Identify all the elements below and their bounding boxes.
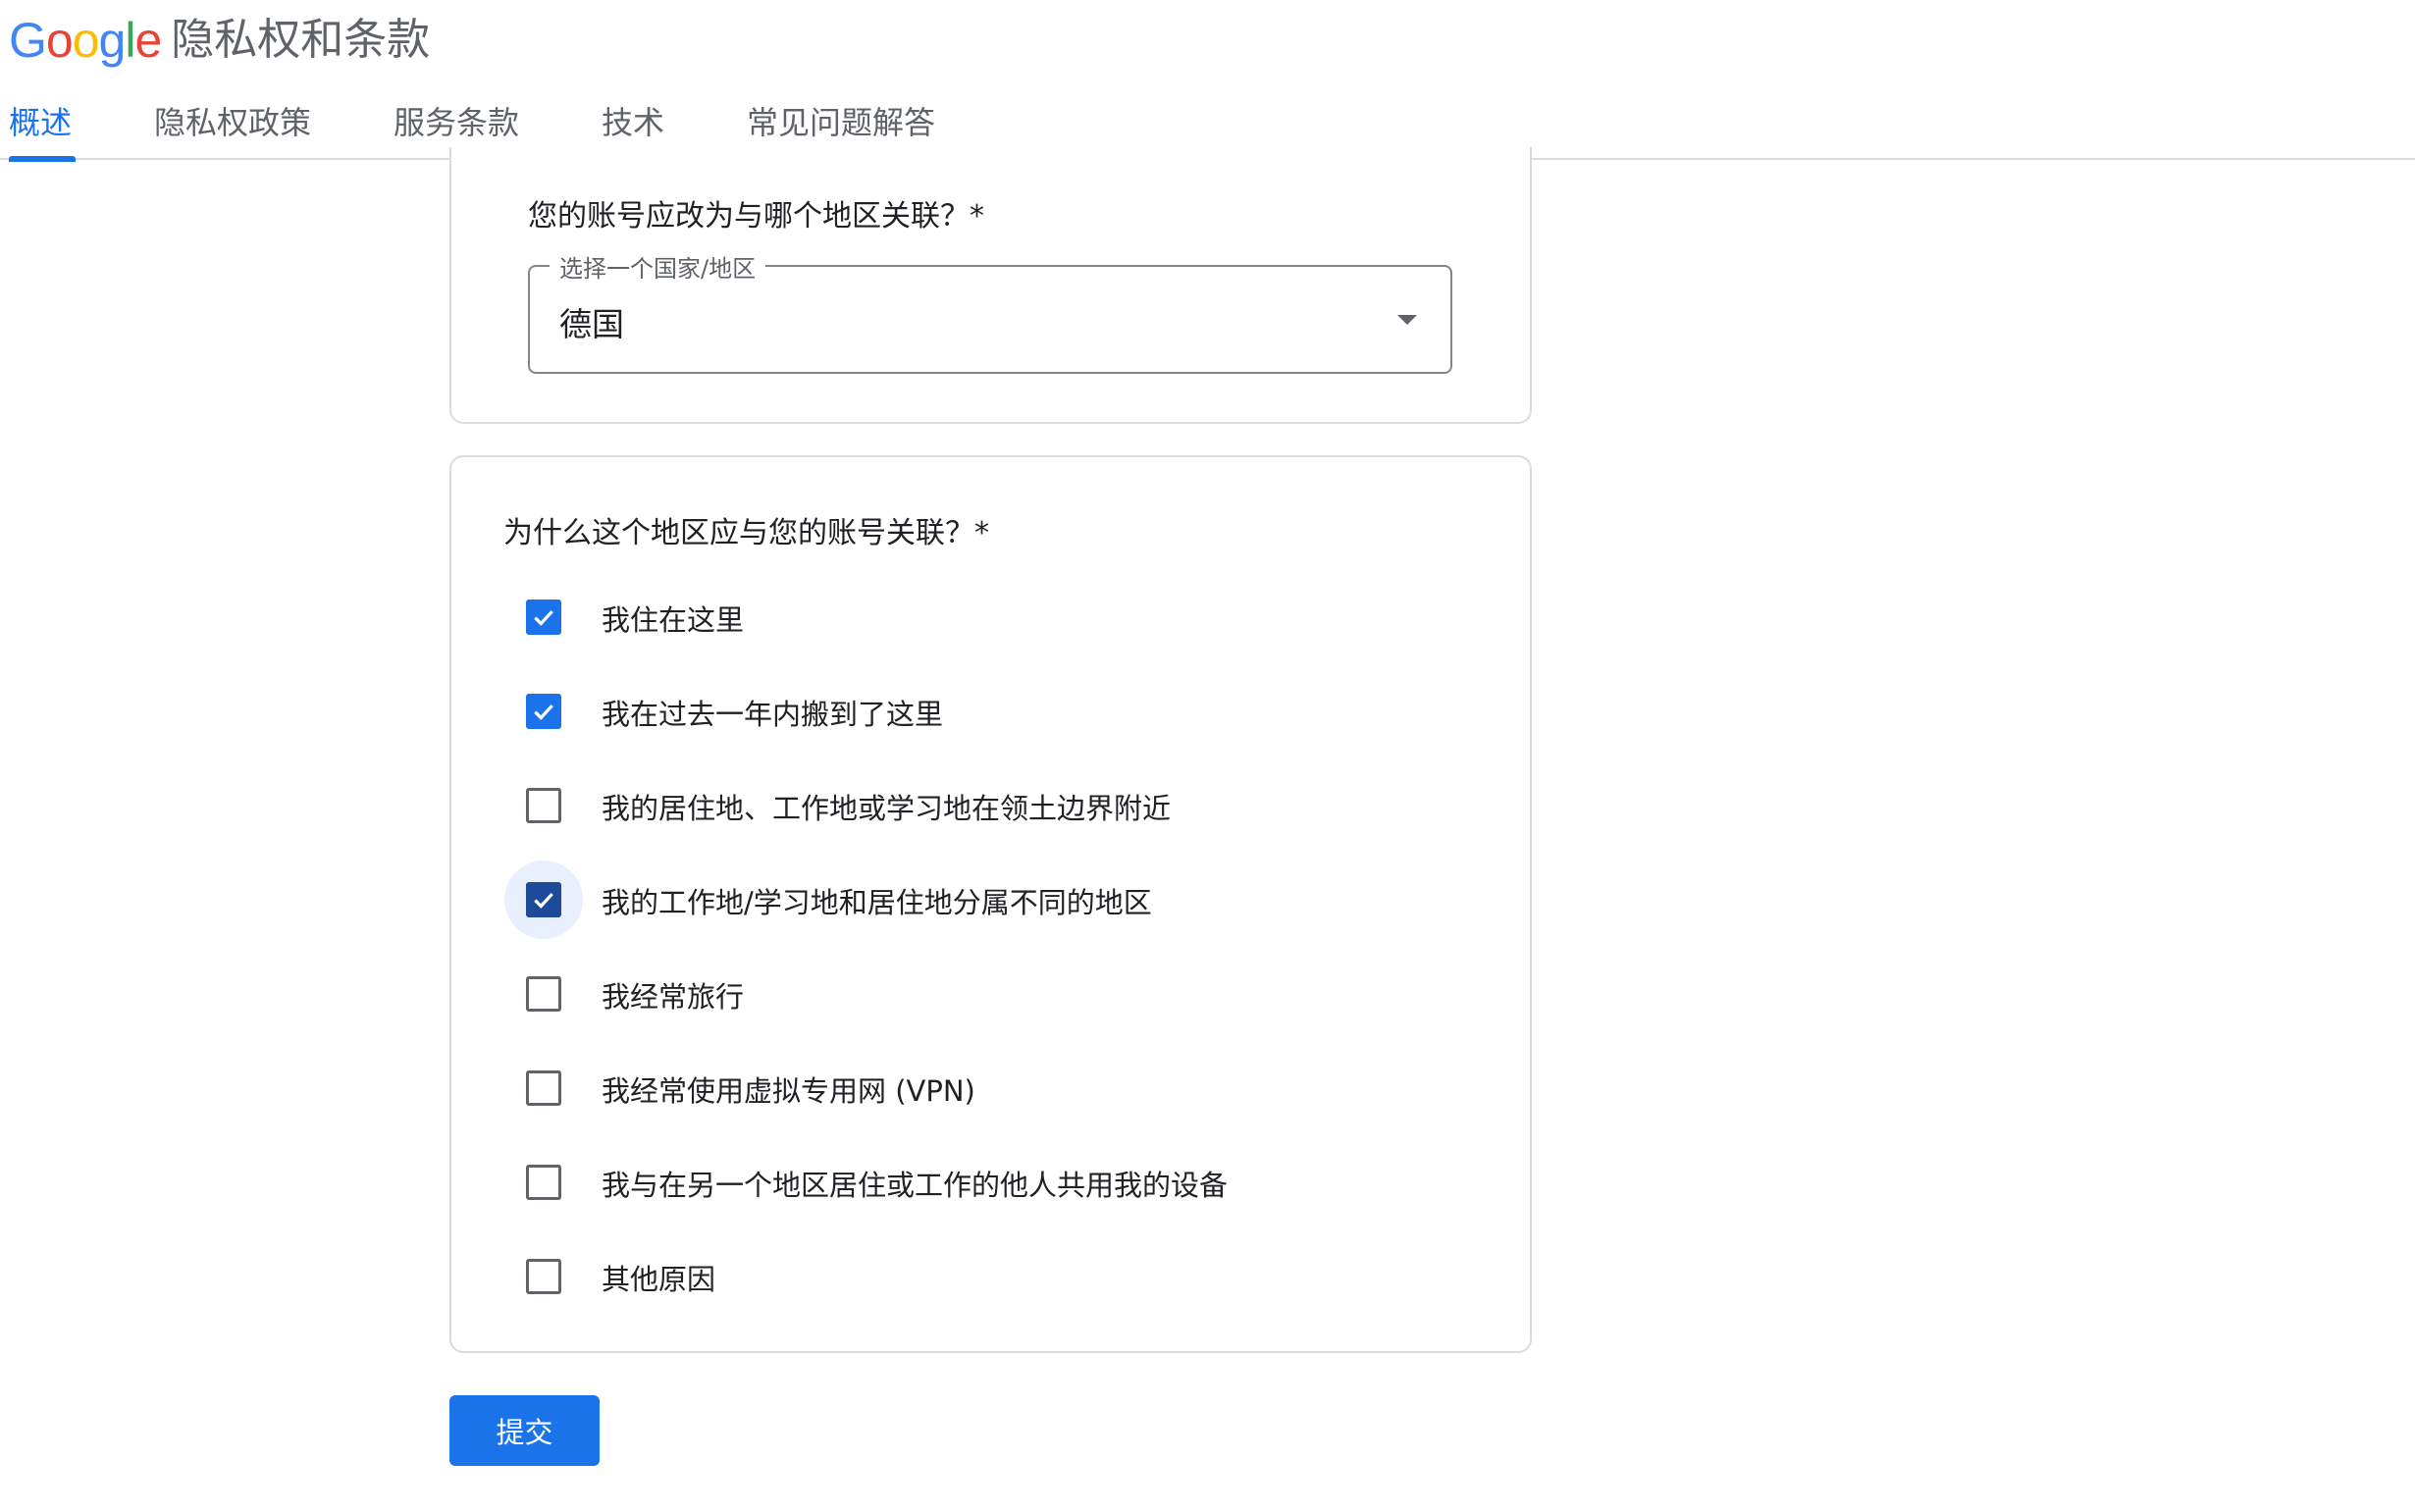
country-select-value: 德国 <box>559 305 624 343</box>
reason-option[interactable]: 我住在这里 <box>451 570 1530 664</box>
tab-privacy-policy-label: 隐私权政策 <box>154 104 312 141</box>
checkbox-container[interactable] <box>504 578 583 656</box>
checkbox-container[interactable] <box>504 955 583 1033</box>
checkbox[interactable] <box>526 882 561 917</box>
logo-letter: e <box>134 13 162 68</box>
checkbox-container[interactable] <box>504 766 583 845</box>
checkbox-container[interactable] <box>504 672 583 751</box>
logo-letter: G <box>9 13 47 68</box>
country-select[interactable]: 选择一个国家/地区 德国 <box>528 249 1452 374</box>
checkbox[interactable] <box>526 788 561 823</box>
checkbox[interactable] <box>526 976 561 1012</box>
check-icon <box>534 892 553 909</box>
reason-option-label[interactable]: 其他原因 <box>602 1257 715 1298</box>
logo-letter: g <box>98 13 127 68</box>
tab-technologies-label: 技术 <box>602 104 665 141</box>
reason-option-label[interactable]: 我经常使用虚拟专用网 (VPN) <box>602 1069 975 1110</box>
logo-letter: o <box>45 13 74 68</box>
reason-option-label[interactable]: 我经常旅行 <box>602 974 744 1016</box>
reason-option-label[interactable]: 我在过去一年内搬到了这里 <box>602 692 943 733</box>
check-icon <box>534 609 553 626</box>
arrow-drop-down-icon[interactable] <box>1397 315 1417 325</box>
google-logo[interactable]: Google <box>9 13 162 68</box>
reason-option[interactable]: 我经常使用虚拟专用网 (VPN) <box>451 1041 1530 1135</box>
region-question: 您的账号应改为与哪个地区关联？* <box>528 199 984 234</box>
reason-option[interactable]: 我在过去一年内搬到了这里 <box>451 664 1530 758</box>
checkbox[interactable] <box>526 1259 561 1294</box>
reason-option[interactable]: 其他原因 <box>451 1229 1530 1324</box>
check-icon <box>534 704 553 720</box>
checkbox[interactable] <box>526 1070 561 1106</box>
region-question-card: 您的账号应改为与哪个地区关联？* 选择一个国家/地区 德国 <box>449 147 1532 424</box>
tab-faq-label: 常见问题解答 <box>747 104 936 141</box>
page-header: Google 隐私权和条款 概述 隐私权政策 服务条款 技术 常见问题解答 <box>0 0 2415 162</box>
tab-terms-of-service-label: 服务条款 <box>394 104 520 141</box>
checkbox-container[interactable] <box>504 1049 583 1127</box>
reason-option-label[interactable]: 我与在另一个地区居住或工作的他人共用我的设备 <box>602 1163 1228 1204</box>
checkbox-container[interactable] <box>504 1237 583 1316</box>
country-select-label: 选择一个国家/地区 <box>550 249 766 284</box>
checkbox[interactable] <box>526 1165 561 1200</box>
reason-option[interactable]: 我的工作地/学习地和居住地分属不同的地区 <box>451 853 1530 947</box>
reason-option-label[interactable]: 我住在这里 <box>602 598 744 639</box>
reasons-question-card: 为什么这个地区应与您的账号关联？* 我住在这里 我在过去一年内搬到了这里 我的居… <box>449 455 1532 1353</box>
checkbox-container[interactable] <box>504 860 583 939</box>
checkbox-container[interactable] <box>504 1143 583 1222</box>
site-title: 隐私权和条款 <box>171 15 431 65</box>
tab-privacy-policy[interactable]: 隐私权政策 <box>154 90 311 160</box>
brand[interactable]: Google 隐私权和条款 <box>9 6 430 75</box>
logo-letter: l <box>125 13 135 68</box>
reason-option[interactable]: 我的居住地、工作地或学习地在领土边界附近 <box>451 758 1530 853</box>
reason-option-label[interactable]: 我的居住地、工作地或学习地在领土边界附近 <box>602 786 1171 827</box>
submit-button[interactable]: 提交 <box>449 1395 600 1466</box>
reasons-checkbox-list: 我住在这里 我在过去一年内搬到了这里 我的居住地、工作地或学习地在领土边界附近 … <box>451 570 1530 1324</box>
logo-letter: o <box>72 13 100 68</box>
tab-overview[interactable]: 概述 <box>9 90 76 162</box>
reasons-question: 为什么这个地区应与您的账号关联？* <box>503 516 989 550</box>
tab-overview-label: 概述 <box>9 104 73 141</box>
reason-option[interactable]: 我与在另一个地区居住或工作的他人共用我的设备 <box>451 1135 1530 1229</box>
reason-option[interactable]: 我经常旅行 <box>451 947 1530 1041</box>
checkbox[interactable] <box>526 600 561 635</box>
reason-option-label[interactable]: 我的工作地/学习地和居住地分属不同的地区 <box>602 880 1152 921</box>
checkbox[interactable] <box>526 694 561 729</box>
